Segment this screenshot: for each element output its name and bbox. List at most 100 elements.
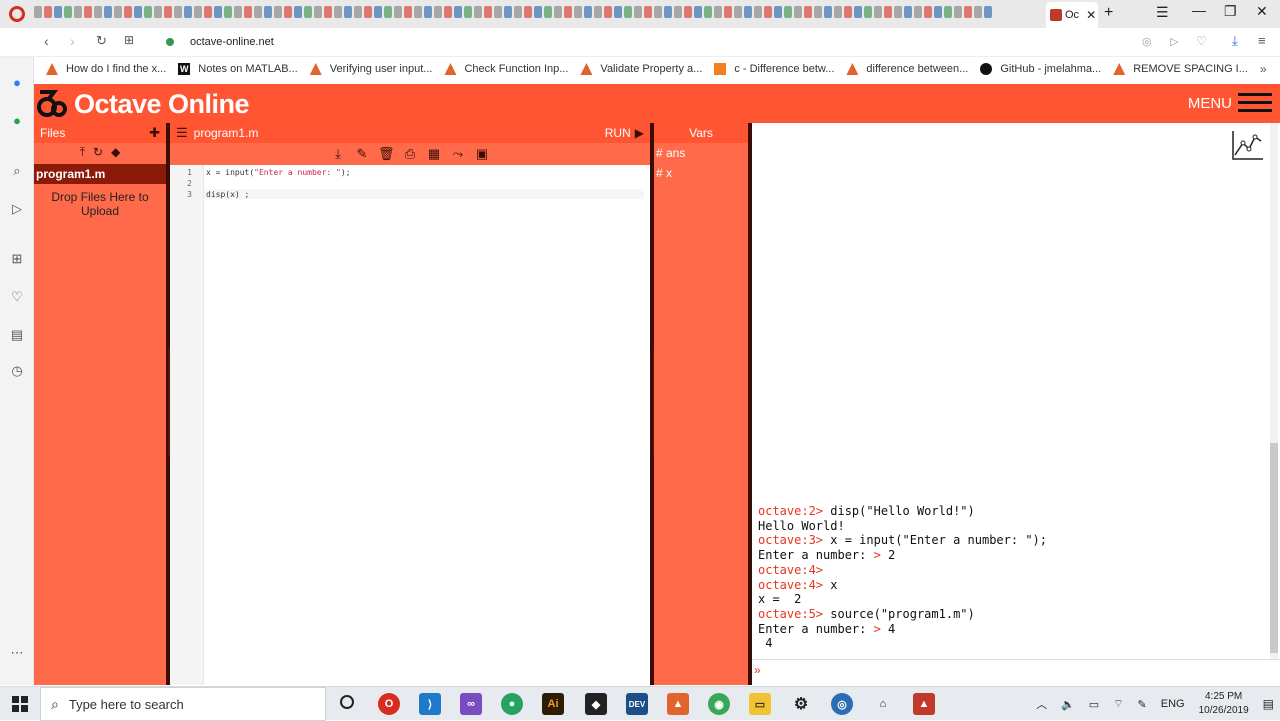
pinned-tab-favicon-icon[interactable] xyxy=(114,6,122,18)
pinned-tab-favicon-icon[interactable] xyxy=(354,6,362,18)
pinned-tab-favicon-icon[interactable] xyxy=(504,6,512,18)
file-explorer-icon[interactable]: ▭ xyxy=(749,693,771,715)
pinned-tab-favicon-icon[interactable] xyxy=(214,6,222,18)
pinned-tab-favicon-icon[interactable] xyxy=(194,6,202,18)
bookmark-item[interactable]: W Notes on MATLAB... xyxy=(178,63,298,75)
download-icon[interactable]: ⤓ xyxy=(1232,33,1238,49)
chat-app-icon[interactable]: ● xyxy=(501,693,523,715)
pinned-tab-favicon-icon[interactable] xyxy=(144,6,152,18)
rename-pencil-icon[interactable]: ✎ xyxy=(354,146,370,162)
pinned-tab-favicon-icon[interactable] xyxy=(294,6,302,18)
messenger-icon[interactable]: ● xyxy=(9,75,25,91)
pinned-tab-favicon-icon[interactable] xyxy=(344,6,352,18)
pinned-tab-favicon-icon[interactable] xyxy=(574,6,582,18)
pinned-tab-favicon-icon[interactable] xyxy=(134,6,142,18)
pinned-tab-favicon-icon[interactable] xyxy=(124,6,132,18)
pinned-tab-favicon-icon[interactable] xyxy=(924,6,932,18)
save-icon[interactable]: ▣ xyxy=(474,146,490,162)
bookmark-item[interactable]: Verifying user input... xyxy=(309,63,432,75)
menu-button[interactable]: MENU xyxy=(1188,92,1272,114)
minimize-icon[interactable]: — xyxy=(1192,2,1206,18)
illustrator-icon[interactable]: Ai xyxy=(542,693,564,715)
plot-icon[interactable] xyxy=(1231,129,1265,161)
forward-icon[interactable]: › xyxy=(70,33,75,49)
pinned-tab-favicon-icon[interactable] xyxy=(224,6,232,18)
tabs-grid-icon[interactable]: ⊞ xyxy=(124,33,134,47)
pinned-tab-favicon-icon[interactable] xyxy=(444,6,452,18)
history-icon[interactable]: ▦ xyxy=(426,146,442,162)
pinned-tab-favicon-icon[interactable] xyxy=(744,6,752,18)
pinned-tab-favicon-icon[interactable] xyxy=(774,6,782,18)
matlab-taskbar-icon[interactable]: ▲ xyxy=(667,693,689,715)
pinned-tab-favicon-icon[interactable] xyxy=(784,6,792,18)
search-icon[interactable]: ⌕ xyxy=(9,163,25,179)
url-field[interactable]: octave-online.net xyxy=(190,36,274,48)
pinned-tab-favicon-icon[interactable] xyxy=(64,6,72,18)
pinned-tab-favicon-icon[interactable] xyxy=(854,6,862,18)
pinned-tab-favicon-icon[interactable] xyxy=(184,6,192,18)
hamburger-icon[interactable]: ☰ xyxy=(176,125,188,141)
pinned-tab-favicon-icon[interactable] xyxy=(434,6,442,18)
refresh-icon[interactable]: ↻ xyxy=(93,145,103,160)
pinned-tab-favicon-icon[interactable] xyxy=(534,6,542,18)
download-icon[interactable]: ⤓ xyxy=(330,146,346,162)
pen-icon[interactable]: ✎ xyxy=(1138,698,1147,711)
var-item[interactable]: # x xyxy=(654,163,748,183)
heart-icon[interactable]: ♡ xyxy=(1196,34,1207,48)
pinned-tab-favicon-icon[interactable] xyxy=(684,6,692,18)
pinned-tab-favicon-icon[interactable] xyxy=(934,6,942,18)
pinned-tab-favicon-icon[interactable] xyxy=(894,6,902,18)
bookmark-item[interactable]: Check Function Inp... xyxy=(444,63,568,75)
upload-icon[interactable]: ⤒ xyxy=(80,145,85,160)
reload-icon[interactable]: ↻ xyxy=(96,33,107,49)
pinned-tab-favicon-icon[interactable] xyxy=(614,6,622,18)
octave-logo[interactable]: Octave Online xyxy=(36,86,250,122)
heart-icon[interactable]: ♡ xyxy=(9,289,25,305)
pinned-tab-favicon-icon[interactable] xyxy=(44,6,52,18)
pinned-tab-favicon-icon[interactable] xyxy=(694,6,702,18)
bookmark-item[interactable]: GitHub - jmelahma... xyxy=(980,63,1101,75)
app-icon[interactable]: ▲ xyxy=(913,693,935,715)
history-icon[interactable]: ◷ xyxy=(9,363,25,379)
pinned-tab-favicon-icon[interactable] xyxy=(824,6,832,18)
opera-taskbar-icon[interactable]: O xyxy=(378,693,400,715)
pinned-tab-favicon-icon[interactable] xyxy=(814,6,822,18)
pinned-tab-favicon-icon[interactable] xyxy=(594,6,602,18)
opera-logo-icon[interactable] xyxy=(9,6,25,22)
whatsapp-icon[interactable]: ● xyxy=(9,113,25,129)
pinned-tab-favicon-icon[interactable] xyxy=(204,6,212,18)
more-bookmarks-icon[interactable]: » xyxy=(1260,62,1267,76)
pinned-tab-favicon-icon[interactable] xyxy=(414,6,422,18)
notifications-icon[interactable]: ▤ xyxy=(1263,697,1274,711)
visual-studio-icon[interactable]: ∞ xyxy=(460,693,482,715)
easy-setup-icon[interactable]: ≡ xyxy=(1258,33,1266,48)
language-indicator[interactable]: ENG xyxy=(1161,698,1185,710)
volume-icon[interactable]: 🔈 xyxy=(1061,698,1075,711)
pinned-tab-favicon-icon[interactable] xyxy=(34,6,42,18)
pinned-tab-favicon-icon[interactable] xyxy=(734,6,742,18)
bookmark-item[interactable]: How do I find the x... xyxy=(46,63,166,75)
pinned-tab-favicon-icon[interactable] xyxy=(764,6,772,18)
code-editor[interactable]: 1 2 3 x = input("Enter a number: "); dis… xyxy=(170,165,650,685)
pinned-tab-favicon-icon[interactable] xyxy=(584,6,592,18)
active-tab[interactable]: Oc ✕ xyxy=(1046,2,1098,28)
pinned-tab-favicon-icon[interactable] xyxy=(804,6,812,18)
command-input[interactable]: » xyxy=(752,659,1280,683)
vscode-icon[interactable]: ⟩ xyxy=(419,693,441,715)
battery-icon[interactable]: ▭ xyxy=(1089,698,1099,711)
pinned-tab-favicon-icon[interactable] xyxy=(914,6,922,18)
file-item[interactable]: program1.m xyxy=(34,164,166,184)
pinned-tab-favicon-icon[interactable] xyxy=(464,6,472,18)
pinned-tab-favicon-icon[interactable] xyxy=(904,6,912,18)
pinned-tab-favicon-icon[interactable] xyxy=(394,6,402,18)
delete-trash-icon[interactable]: 🗑 xyxy=(378,146,395,162)
pinned-tab-favicon-icon[interactable] xyxy=(54,6,62,18)
pinned-tab-favicon-icon[interactable] xyxy=(554,6,562,18)
pinned-tab-favicon-icon[interactable] xyxy=(674,6,682,18)
pinned-tab-favicon-icon[interactable] xyxy=(514,6,522,18)
pinned-tab-favicon-icon[interactable] xyxy=(664,6,672,18)
new-file-icon[interactable]: ✚ xyxy=(149,125,160,141)
pinned-tab-favicon-icon[interactable] xyxy=(74,6,82,18)
pinned-tab-favicon-icon[interactable] xyxy=(884,6,892,18)
pinned-tab-favicon-icon[interactable] xyxy=(484,6,492,18)
